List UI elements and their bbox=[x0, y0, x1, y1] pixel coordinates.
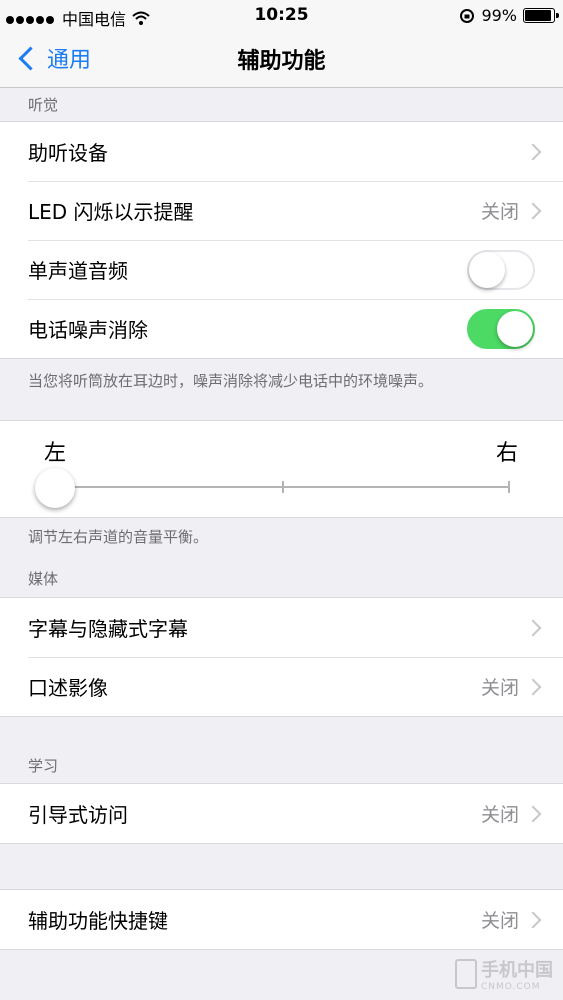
row-led-flash[interactable]: LED 闪烁以示提醒 关闭 bbox=[0, 181, 563, 240]
learning-group: 引导式访问 关闭 bbox=[0, 783, 563, 844]
battery-icon bbox=[523, 8, 559, 23]
watermark: 手机中国 CNMO.COM bbox=[455, 956, 553, 992]
row-label: LED 闪烁以示提醒 bbox=[28, 200, 194, 224]
watermark-text: 手机中国 bbox=[481, 960, 553, 981]
chevron-right-icon bbox=[524, 619, 542, 636]
chevron-right-icon bbox=[524, 805, 542, 822]
balance-footer: 调节左右声道的音量平衡。 bbox=[28, 528, 209, 546]
row-mono-audio: 单声道音频 bbox=[0, 240, 563, 299]
center-tick bbox=[282, 481, 284, 493]
balance-right-label: 右 bbox=[496, 441, 519, 466]
row-guided-access[interactable]: 引导式访问 关闭 bbox=[0, 784, 563, 843]
mono-audio-toggle[interactable] bbox=[467, 249, 535, 290]
balance-thumb[interactable] bbox=[35, 468, 75, 508]
shortcut-group: 辅助功能快捷键 关闭 bbox=[0, 889, 563, 950]
hearing-footer: 当您将听筒放在耳边时，噪声消除将减少电话中的环境噪声。 bbox=[28, 372, 434, 390]
rotation-lock-icon bbox=[460, 8, 475, 23]
watermark-text-block: 手机中国 CNMO.COM bbox=[481, 956, 553, 992]
status-bar: 中国电信 10:25 99% bbox=[0, 0, 563, 30]
row-label: 辅助功能快捷键 bbox=[28, 909, 168, 933]
row-value: 关闭 bbox=[480, 804, 519, 826]
media-group: 字幕与隐藏式字幕 口述影像 关闭 bbox=[0, 597, 563, 717]
balance-left-label: 左 bbox=[44, 441, 67, 466]
navigation-bar: 通用 辅助功能 bbox=[0, 30, 563, 88]
row-noise-cancellation: 电话噪声消除 bbox=[0, 299, 563, 358]
watermark-logo-icon bbox=[455, 959, 477, 989]
row-label: 引导式访问 bbox=[28, 803, 128, 827]
chevron-right-icon bbox=[524, 911, 542, 928]
right-tick bbox=[508, 481, 510, 493]
row-label: 电话噪声消除 bbox=[28, 318, 148, 342]
chevron-right-icon bbox=[524, 143, 542, 160]
row-audio-description[interactable]: 口述影像 关闭 bbox=[0, 657, 563, 716]
watermark-sub: CNMO.COM bbox=[481, 982, 541, 992]
battery-percent: 99% bbox=[481, 6, 517, 25]
section-header-hearing: 听觉 bbox=[28, 96, 59, 114]
toggle-knob bbox=[469, 251, 505, 288]
chevron-right-icon bbox=[524, 202, 542, 219]
status-right: 99% bbox=[459, 6, 559, 25]
row-label: 口述影像 bbox=[28, 676, 108, 700]
row-accessibility-shortcut[interactable]: 辅助功能快捷键 关闭 bbox=[0, 890, 563, 949]
section-header-learning: 学习 bbox=[28, 757, 59, 775]
balance-slider-group: 左 右 bbox=[0, 420, 563, 518]
row-label: 字幕与隐藏式字幕 bbox=[28, 617, 188, 641]
toggle-knob bbox=[497, 310, 533, 347]
section-header-media: 媒体 bbox=[28, 570, 59, 588]
row-value: 关闭 bbox=[480, 201, 519, 223]
page-title: 辅助功能 bbox=[237, 49, 326, 74]
row-label: 单声道音频 bbox=[28, 259, 128, 283]
row-subtitles[interactable]: 字幕与隐藏式字幕 bbox=[0, 598, 563, 657]
row-value: 关闭 bbox=[480, 677, 519, 699]
row-hearing-devices[interactable]: 助听设备 bbox=[0, 122, 563, 181]
noise-cancellation-toggle[interactable] bbox=[467, 308, 535, 349]
row-label: 助听设备 bbox=[28, 141, 108, 165]
row-value: 关闭 bbox=[480, 910, 519, 932]
chevron-right-icon bbox=[524, 678, 542, 695]
hearing-group: 助听设备 LED 闪烁以示提醒 关闭 单声道音频 电话噪声消除 bbox=[0, 121, 563, 359]
